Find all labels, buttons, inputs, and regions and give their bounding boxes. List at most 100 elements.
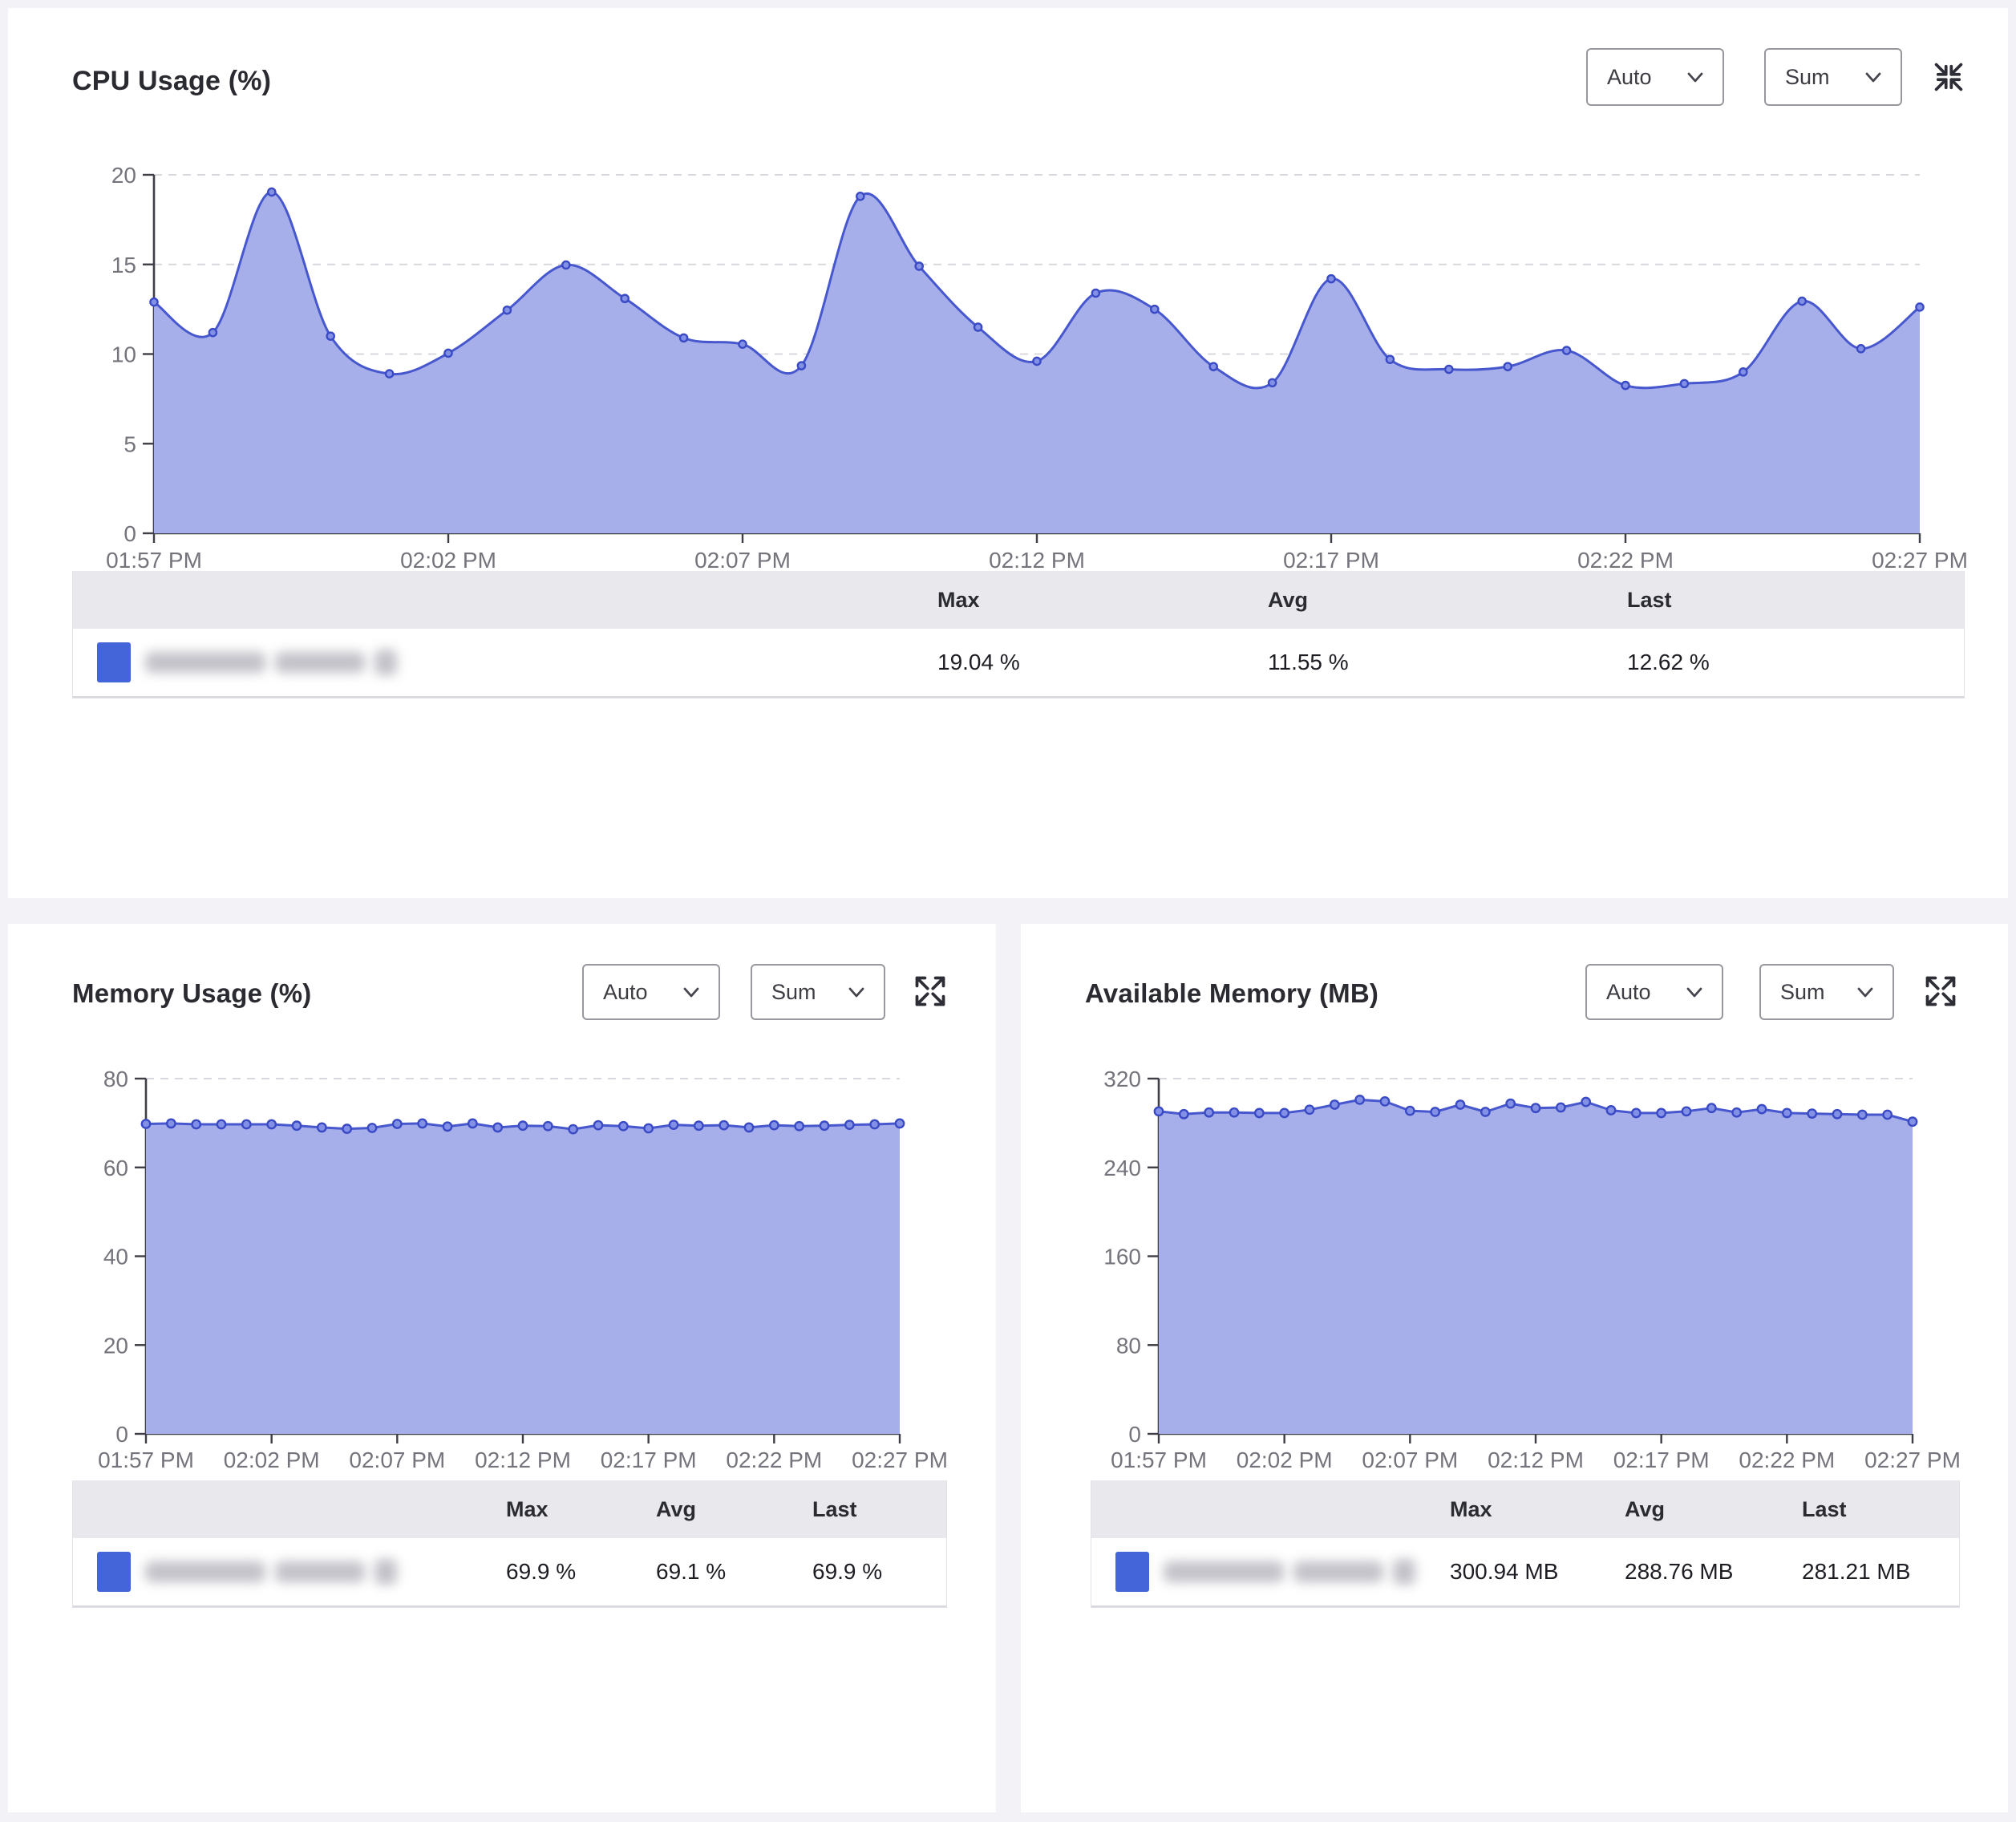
data-point xyxy=(1682,1107,1690,1115)
x-tick-label: 02:07 PM xyxy=(1362,1447,1458,1472)
expand-button[interactable] xyxy=(1923,974,1958,1009)
data-point xyxy=(644,1124,652,1132)
x-tick-label: 01:57 PM xyxy=(1111,1447,1207,1472)
series-color-swatch xyxy=(1115,1552,1149,1592)
data-point xyxy=(1681,380,1688,387)
data-point xyxy=(1151,306,1158,313)
data-point xyxy=(1607,1106,1615,1114)
available-memory-chart: 08016024032001:57 PM02:02 PM02:07 PM02:1… xyxy=(1069,1036,2009,1479)
series-name-cell[interactable] xyxy=(1091,1552,1450,1592)
legend-table-header: Max Avg Last xyxy=(73,571,1964,629)
series-name-redacted xyxy=(1164,1559,1415,1585)
y-tick-label: 10 xyxy=(111,342,136,367)
legend-row: 300.94 MB 288.76 MB 281.21 MB xyxy=(1091,1538,1959,1607)
legend-row: 69.9 % 69.1 % 69.9 % xyxy=(73,1538,946,1607)
y-tick-label: 60 xyxy=(103,1156,128,1180)
column-header-last: Last xyxy=(812,1497,946,1522)
x-tick-label: 02:07 PM xyxy=(349,1447,445,1472)
chevron-down-icon xyxy=(845,981,868,1003)
data-point xyxy=(1858,1111,1866,1119)
interval-select[interactable]: Auto xyxy=(1585,964,1723,1020)
data-point xyxy=(1306,1106,1314,1114)
data-point xyxy=(619,1122,627,1130)
data-point xyxy=(745,1124,753,1132)
aggregation-select[interactable]: Sum xyxy=(1759,964,1894,1020)
series-color-swatch xyxy=(97,1552,131,1592)
data-point xyxy=(342,1124,350,1132)
last-value: 12.62 % xyxy=(1627,650,1964,675)
y-tick-label: 240 xyxy=(1103,1156,1141,1180)
data-point xyxy=(856,192,864,200)
last-value: 281.21 MB xyxy=(1802,1559,1959,1585)
legend-row: 19.04 % 11.55 % 12.62 % xyxy=(73,629,1964,698)
series-color-swatch xyxy=(97,642,131,682)
collapse-button[interactable] xyxy=(1931,59,1966,95)
x-tick-label: 02:12 PM xyxy=(989,548,1085,573)
x-tick-label: 02:22 PM xyxy=(1577,548,1674,573)
panel-title: Available Memory (MB) xyxy=(1085,978,1378,1009)
chevron-down-icon xyxy=(1854,981,1876,1003)
data-point xyxy=(1563,346,1570,354)
data-point xyxy=(1280,1109,1288,1117)
y-tick-label: 20 xyxy=(103,1333,128,1358)
series-name-redacted xyxy=(145,650,397,675)
y-tick-label: 80 xyxy=(103,1067,128,1091)
expand-button[interactable] xyxy=(913,974,948,1009)
data-point xyxy=(1230,1108,1238,1116)
cpu-usage-chart: 0510152001:57 PM02:02 PM02:07 PM02:12 PM… xyxy=(56,128,1965,601)
series-name-cell[interactable] xyxy=(73,1552,506,1592)
data-point xyxy=(1456,1100,1464,1108)
data-point xyxy=(1204,1108,1212,1116)
series-name-cell[interactable] xyxy=(73,642,937,682)
column-header-avg: Avg xyxy=(1268,588,1627,613)
data-point xyxy=(1180,1110,1188,1118)
y-tick-label: 0 xyxy=(115,1422,128,1447)
data-point xyxy=(242,1120,250,1128)
data-point xyxy=(150,298,157,306)
data-point xyxy=(680,334,687,342)
select-value: Auto xyxy=(1606,980,1651,1005)
x-tick-label: 02:22 PM xyxy=(726,1447,822,1472)
y-tick-label: 160 xyxy=(1103,1245,1141,1269)
data-point xyxy=(974,323,982,330)
avg-value: 288.76 MB xyxy=(1625,1559,1802,1585)
panel-title: Memory Usage (%) xyxy=(72,978,311,1009)
interval-select[interactable]: Auto xyxy=(1586,48,1724,106)
x-tick-label: 02:27 PM xyxy=(1864,1447,1961,1472)
interval-select[interactable]: Auto xyxy=(582,964,720,1020)
chevron-down-icon xyxy=(1862,66,1884,88)
aggregation-select[interactable]: Sum xyxy=(1764,48,1902,106)
data-point xyxy=(1481,1107,1489,1115)
expand-icon xyxy=(913,974,948,1009)
max-value: 69.9 % xyxy=(506,1559,656,1585)
data-point xyxy=(418,1120,426,1128)
data-point xyxy=(468,1120,476,1128)
aggregation-select[interactable]: Sum xyxy=(751,964,885,1020)
data-point xyxy=(1532,1103,1540,1111)
select-value: Auto xyxy=(1607,65,1652,90)
avg-value: 69.1 % xyxy=(656,1559,812,1585)
y-tick-label: 40 xyxy=(103,1245,128,1269)
series-area xyxy=(146,1124,900,1434)
last-value: 69.9 % xyxy=(812,1559,946,1585)
data-point xyxy=(1632,1109,1640,1117)
column-header-max: Max xyxy=(1450,1497,1625,1522)
y-tick-label: 0 xyxy=(123,521,136,546)
data-point xyxy=(798,362,805,369)
select-value: Sum xyxy=(771,980,816,1005)
x-tick-label: 02:07 PM xyxy=(694,548,791,573)
data-point xyxy=(1657,1109,1665,1117)
data-point xyxy=(770,1121,778,1129)
max-value: 300.94 MB xyxy=(1450,1559,1625,1585)
data-point xyxy=(1381,1097,1389,1105)
x-tick-label: 02:17 PM xyxy=(601,1447,697,1472)
data-point xyxy=(1916,303,1923,310)
compress-icon xyxy=(1931,59,1966,95)
y-tick-label: 320 xyxy=(1103,1067,1141,1091)
y-tick-label: 80 xyxy=(1116,1333,1141,1358)
x-tick-label: 02:17 PM xyxy=(1613,1447,1710,1472)
column-header-max: Max xyxy=(506,1497,656,1522)
data-point xyxy=(1355,1095,1363,1103)
data-point xyxy=(386,370,393,377)
data-point xyxy=(896,1120,904,1128)
